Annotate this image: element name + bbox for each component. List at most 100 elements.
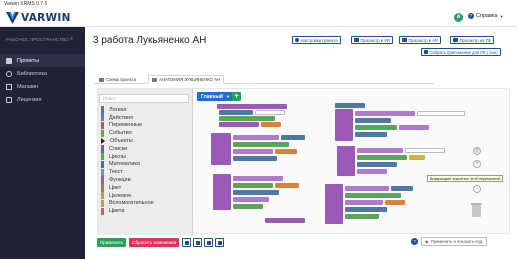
undo-icon[interactable]: [182, 237, 192, 247]
logic-block[interactable]: [233, 190, 279, 195]
export-icon[interactable]: [204, 237, 214, 247]
import-icon[interactable]: [215, 237, 225, 247]
category-color-swatch: [101, 114, 104, 122]
logic-block[interactable]: [213, 174, 231, 210]
license-icon: [6, 96, 12, 103]
apply-button[interactable]: Применить: [97, 237, 127, 247]
logic-block[interactable]: [233, 176, 283, 181]
logic-block[interactable]: [275, 183, 299, 188]
logic-block[interactable]: [357, 148, 403, 153]
logic-block[interactable]: [391, 186, 413, 191]
logic-block[interactable]: [233, 197, 269, 202]
collapse-sidebar-icon[interactable]: ≡: [70, 36, 73, 42]
apply-and-show-button[interactable]: ◉ Применить и показать под.: [421, 237, 488, 246]
toolbox-category[interactable]: Цвет: [101, 184, 121, 192]
zoom-out-icon[interactable]: −: [473, 185, 481, 193]
logic-block[interactable]: [261, 122, 281, 127]
toolbox-category[interactable]: Цвета: [101, 207, 124, 215]
category-color-swatch: [101, 168, 104, 176]
category-label: Списки: [109, 145, 128, 152]
logic-block[interactable]: [399, 125, 429, 130]
logic-block[interactable]: [281, 135, 305, 140]
logic-block[interactable]: [219, 116, 275, 121]
toolbox-category[interactable]: Функции: [101, 176, 131, 184]
help-icon[interactable]: ?: [411, 238, 418, 245]
logic-block[interactable]: [255, 110, 285, 115]
logic-block[interactable]: [355, 132, 387, 137]
tab-scene-anatomy[interactable]: АНАТОМИЯ ЛУКЬЯНЕНКО АН: [148, 75, 225, 84]
category-label: Математика: [109, 161, 140, 168]
logic-block[interactable]: [233, 149, 273, 154]
logic-block[interactable]: [211, 133, 231, 165]
zoom-reset-icon[interactable]: ◎: [473, 147, 481, 155]
sidebar-heading: РАБОЧЕЕ ПРОСТРАНСТВО: [6, 37, 69, 42]
logic-block[interactable]: [345, 207, 387, 212]
logic-block[interactable]: [265, 218, 305, 223]
build-pc-button[interactable]: Собрать приложение для ПК (.exe): [421, 48, 501, 56]
logic-block[interactable]: [233, 156, 277, 161]
logic-block[interactable]: [335, 103, 365, 108]
view-ar-button[interactable]: Просмотр в AR: [399, 36, 441, 44]
logic-block[interactable]: [345, 214, 379, 219]
toolbox-category[interactable]: Логика: [101, 106, 126, 114]
logic-block[interactable]: [357, 162, 397, 167]
toolbox-category[interactable]: Вспомогательное: [101, 199, 154, 208]
logic-block[interactable]: [275, 149, 297, 154]
view-vr-button[interactable]: Просмотр в VR: [351, 36, 393, 44]
toolbox-category[interactable]: Объекты: [101, 137, 133, 145]
logic-block[interactable]: [345, 186, 389, 191]
toolbox-category[interactable]: Списки: [101, 145, 127, 153]
toolbox-category[interactable]: Действия: [101, 114, 133, 122]
category-label: Логика: [109, 106, 127, 113]
toolbox-category[interactable]: Математика: [101, 160, 140, 169]
view-pc-button[interactable]: Просмотр на ПК: [450, 36, 495, 44]
logic-block[interactable]: [357, 169, 387, 174]
logo[interactable]: VARWIN: [6, 11, 71, 24]
logic-block[interactable]: [325, 184, 343, 224]
logic-block[interactable]: [345, 200, 383, 205]
category-color-swatch: [101, 199, 104, 208]
logic-block[interactable]: [335, 109, 353, 141]
toolbox-category[interactable]: Циклы: [101, 153, 126, 161]
logic-block[interactable]: [219, 122, 259, 127]
trash-icon[interactable]: [472, 205, 481, 217]
add-logic-button[interactable]: +: [232, 92, 241, 101]
logic-block[interactable]: [385, 200, 405, 205]
logic-block[interactable]: [345, 193, 401, 198]
user-avatar[interactable]: A: [454, 13, 463, 22]
apply-and-show-label: Применить и показать под.: [430, 239, 484, 244]
gear-icon: [6, 70, 12, 77]
sidebar-item-license[interactable]: Лицензия: [0, 93, 85, 106]
logic-block[interactable]: [233, 142, 289, 147]
logic-block[interactable]: [233, 183, 273, 188]
logic-block[interactable]: [233, 204, 263, 209]
logic-block[interactable]: [219, 110, 253, 115]
blocks-canvas[interactable]: [205, 102, 470, 234]
logic-block[interactable]: [417, 111, 465, 116]
logic-block[interactable]: [357, 155, 407, 160]
toolbox-category[interactable]: События: [101, 129, 132, 137]
logic-block[interactable]: [337, 146, 355, 176]
toolbox-category[interactable]: Целевое: [101, 192, 131, 200]
toolbox-search-input[interactable]: Поиск: [99, 94, 189, 103]
sidebar-item-store[interactable]: Магазин: [0, 80, 85, 93]
toolbox-category[interactable]: Переменные: [101, 121, 142, 130]
logic-block[interactable]: [355, 118, 391, 123]
category-label: Функции: [109, 177, 131, 184]
zoom-in-icon[interactable]: +: [473, 160, 481, 168]
logic-block[interactable]: [409, 155, 425, 160]
project-settings-button[interactable]: Настройки проекта: [292, 36, 341, 44]
tab-project-scheme[interactable]: Схема проекта: [96, 75, 139, 84]
logic-block[interactable]: [355, 125, 397, 130]
logic-block[interactable]: [217, 104, 287, 109]
toolbox-category[interactable]: Текст: [101, 168, 123, 176]
logic-block[interactable]: [355, 111, 415, 116]
logic-block[interactable]: [233, 135, 279, 140]
reset-changes-button[interactable]: Сбросить изменения: [129, 237, 180, 247]
main-logic-dropdown[interactable]: Главный ▼: [197, 92, 234, 101]
help-menu[interactable]: ? Справка ▼: [468, 13, 504, 19]
sidebar-item-projects[interactable]: Проекты: [0, 54, 85, 67]
sidebar-item-library[interactable]: Библиотека: [0, 67, 85, 80]
logic-block[interactable]: [405, 148, 445, 153]
redo-icon[interactable]: [193, 237, 203, 247]
